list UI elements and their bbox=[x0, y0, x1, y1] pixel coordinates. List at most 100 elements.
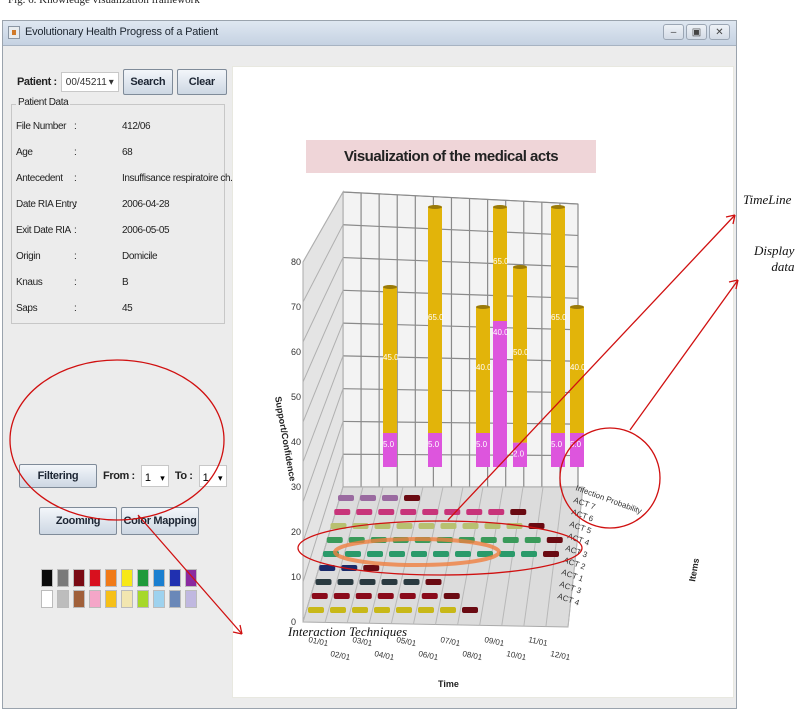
bar-cap bbox=[513, 265, 527, 269]
color-swatch[interactable] bbox=[153, 569, 165, 587]
bar-value-label: 5.0 bbox=[428, 440, 440, 449]
color-palette bbox=[41, 569, 198, 608]
bar-cap bbox=[493, 205, 507, 209]
bar-value-label: 40.0 bbox=[476, 363, 492, 372]
timeline-dash bbox=[462, 523, 479, 529]
x-tick-label: 08/01 bbox=[462, 649, 484, 662]
bar-cap bbox=[570, 305, 584, 309]
bar-value-label: 45.0 bbox=[383, 353, 399, 362]
from-label: From : bbox=[103, 470, 135, 482]
y-tick-label: 30 bbox=[291, 482, 301, 492]
timeline-dash bbox=[311, 593, 328, 599]
x-axis-label: Time bbox=[438, 679, 459, 689]
bar-confidence bbox=[383, 433, 397, 467]
timeline-dash bbox=[404, 495, 420, 501]
x-tick-label: 07/01 bbox=[440, 635, 462, 648]
color-swatch[interactable] bbox=[137, 590, 149, 608]
timeline-dash bbox=[359, 579, 376, 585]
to-select[interactable]: 1 ▾ bbox=[198, 465, 227, 487]
y-tick-label: 10 bbox=[291, 572, 301, 582]
timeline-dash bbox=[433, 551, 449, 557]
bar-value-label: 65.0 bbox=[428, 313, 444, 322]
field-value: 68 bbox=[122, 147, 133, 158]
bar-value-label: 5.0 bbox=[570, 440, 582, 449]
color-swatch[interactable] bbox=[185, 590, 197, 608]
timeline-dash bbox=[546, 537, 563, 543]
from-select[interactable]: 1 ▾ bbox=[140, 465, 169, 487]
clear-button[interactable]: Clear bbox=[176, 69, 227, 95]
timeline-dash bbox=[524, 537, 541, 543]
x-tick-label: 04/01 bbox=[374, 649, 396, 662]
color-swatch[interactable] bbox=[105, 590, 117, 608]
zooming-button[interactable]: Zooming bbox=[39, 507, 117, 535]
field-value: Insuffisance respiratoire ch... bbox=[122, 173, 238, 184]
filtering-button[interactable]: Filtering bbox=[19, 464, 97, 488]
color-swatch[interactable] bbox=[73, 590, 85, 608]
color-swatch[interactable] bbox=[137, 569, 149, 587]
chart-3d: 01020304050607080Support/Confidence 5.045… bbox=[273, 190, 701, 689]
color-swatch[interactable] bbox=[57, 590, 69, 608]
bar-cap bbox=[551, 205, 565, 209]
timeline-dash bbox=[378, 509, 395, 515]
timeline-dash bbox=[370, 537, 387, 543]
timeline-dash bbox=[458, 537, 475, 543]
field-label: Origin bbox=[16, 251, 41, 262]
color-swatch[interactable] bbox=[105, 569, 117, 587]
timeline-dash bbox=[399, 593, 416, 599]
color-swatch[interactable] bbox=[169, 569, 181, 587]
color-swatch[interactable] bbox=[73, 569, 85, 587]
field-label: File Number bbox=[16, 121, 67, 132]
bar-confidence bbox=[551, 433, 565, 467]
color-swatch[interactable] bbox=[41, 569, 53, 587]
timeline-dash bbox=[337, 579, 354, 585]
annotation-display-data: Display data bbox=[754, 243, 795, 274]
timeline-dash bbox=[338, 495, 354, 501]
field-label: Date RIA Entry bbox=[16, 199, 77, 210]
timeline-dash bbox=[363, 565, 380, 571]
java-app-icon bbox=[8, 26, 20, 39]
timeline-dash bbox=[480, 537, 497, 543]
field-label: Saps bbox=[16, 303, 38, 314]
timeline-dash bbox=[348, 537, 365, 543]
bar-confidence bbox=[428, 433, 442, 467]
timeline-dash bbox=[521, 551, 537, 557]
color-swatch[interactable] bbox=[121, 590, 133, 608]
field-label: Antecedent bbox=[16, 173, 63, 184]
minimize-button[interactable]: ‒ bbox=[663, 24, 684, 40]
annotation-timeline: TimeLine bbox=[743, 192, 792, 207]
maximize-button[interactable]: ▣ bbox=[686, 24, 707, 40]
timeline-dash bbox=[444, 509, 461, 515]
timeline-dash bbox=[414, 537, 431, 543]
patient-select[interactable]: 00/45211 ▾ bbox=[60, 72, 119, 92]
timeline-dash bbox=[436, 537, 453, 543]
color-swatch[interactable] bbox=[185, 569, 197, 587]
timeline-dash bbox=[326, 537, 343, 543]
timeline-dash bbox=[422, 509, 439, 515]
timeline-dash bbox=[352, 523, 369, 529]
color-swatch[interactable] bbox=[89, 590, 101, 608]
timeline-dash bbox=[367, 551, 383, 557]
color-swatch[interactable] bbox=[121, 569, 133, 587]
search-button[interactable]: Search bbox=[122, 69, 173, 95]
color-swatch[interactable] bbox=[41, 590, 53, 608]
color-mapping-button[interactable]: Color Mapping bbox=[121, 507, 199, 535]
color-swatch[interactable] bbox=[57, 569, 69, 587]
field-separator: : bbox=[74, 147, 77, 158]
to-select-value: 1 bbox=[202, 472, 209, 484]
timeline-dash bbox=[356, 509, 373, 515]
timeline-dash bbox=[330, 607, 346, 613]
field-separator: : bbox=[74, 225, 77, 236]
timeline-dash bbox=[392, 537, 409, 543]
timeline-dash bbox=[345, 551, 361, 557]
timeline-dash bbox=[466, 509, 483, 515]
timeline-dash bbox=[382, 495, 398, 501]
timeline-dash bbox=[499, 551, 515, 557]
color-swatch[interactable] bbox=[89, 569, 101, 587]
timeline-dash bbox=[396, 607, 412, 613]
color-swatch[interactable] bbox=[169, 590, 181, 608]
bar-value-label: 65.0 bbox=[493, 257, 509, 266]
timeline-dash bbox=[403, 579, 420, 585]
color-swatch[interactable] bbox=[153, 590, 165, 608]
timeline-dash bbox=[400, 509, 417, 515]
close-button[interactable]: ✕ bbox=[709, 24, 730, 40]
